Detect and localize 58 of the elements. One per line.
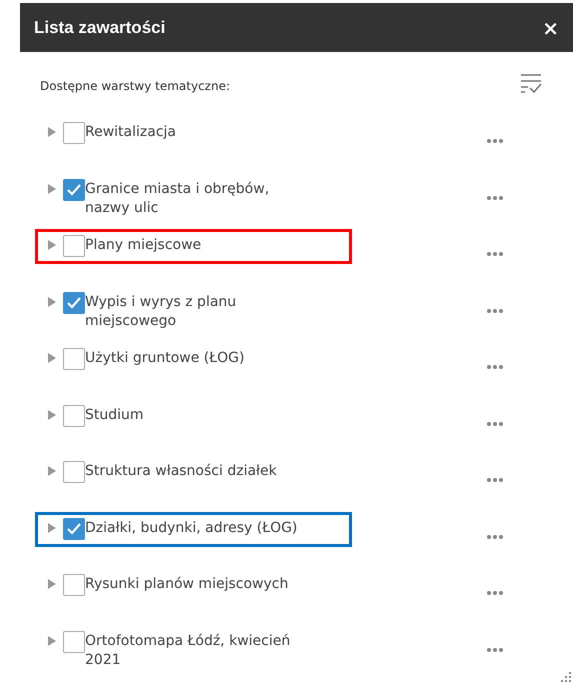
resize-grip-icon[interactable] bbox=[561, 672, 571, 682]
expand-arrow-icon[interactable] bbox=[48, 410, 56, 420]
expand-arrow-icon[interactable] bbox=[48, 184, 56, 194]
layer-label: Użytki gruntowe (ŁOG) bbox=[85, 349, 244, 368]
layer-label: Działki, budynki, adresy (ŁOG) bbox=[85, 518, 298, 538]
layer-checkbox[interactable] bbox=[63, 122, 85, 144]
expand-arrow-icon[interactable] bbox=[48, 579, 56, 589]
layer-row[interactable]: Struktura własności działek bbox=[35, 455, 352, 490]
more-options-icon[interactable] bbox=[486, 420, 504, 426]
layer-checkbox[interactable] bbox=[63, 348, 85, 370]
more-options-icon[interactable] bbox=[486, 477, 504, 483]
more-options-icon[interactable] bbox=[486, 646, 504, 652]
layer-checkbox[interactable] bbox=[63, 178, 85, 200]
layer-checkbox[interactable] bbox=[63, 574, 85, 596]
layer-label: Ortofotomapa Łódź, kwiecień 2021 bbox=[85, 632, 292, 670]
more-options-icon[interactable] bbox=[486, 590, 504, 596]
layer-row[interactable]: Studium bbox=[35, 398, 352, 434]
layer-checkbox[interactable] bbox=[63, 235, 85, 257]
layer-label: Rysunki planów miejscowych bbox=[85, 575, 288, 594]
layer-label: Struktura własności działek bbox=[85, 462, 277, 481]
layer-row[interactable]: Ortofotomapa Łódź, kwiecień 2021 bbox=[35, 624, 352, 676]
layer-checkbox[interactable] bbox=[63, 630, 85, 652]
expand-arrow-icon[interactable] bbox=[48, 353, 56, 363]
layer-label: Studium bbox=[85, 406, 144, 424]
more-options-icon[interactable] bbox=[486, 138, 504, 144]
layer-checkbox[interactable] bbox=[63, 518, 85, 540]
more-options-icon[interactable] bbox=[486, 194, 504, 200]
expand-arrow-icon[interactable] bbox=[48, 127, 56, 137]
close-button[interactable]: × bbox=[542, 18, 559, 38]
subtitle: Dostępne warstwy tematyczne: bbox=[40, 78, 230, 95]
layer-row[interactable]: Rewitalizacja bbox=[35, 116, 352, 151]
layer-row[interactable]: Rysunki planów miejscowych bbox=[35, 568, 352, 603]
checkmark-icon bbox=[66, 182, 82, 196]
checkmark-icon bbox=[66, 522, 82, 536]
checkmark-icon bbox=[66, 296, 82, 310]
layer-row[interactable]: Użytki gruntowe (ŁOG) bbox=[35, 342, 352, 377]
layer-label: Wypis i wyrys z planu miejscowego bbox=[85, 292, 238, 330]
panel-title: Lista zawartości bbox=[34, 16, 166, 39]
layer-label: Rewitalizacja bbox=[85, 123, 176, 142]
layer-checkbox[interactable] bbox=[63, 461, 85, 483]
layer-label: Granice miasta i obrębów, nazwy ulic bbox=[85, 180, 270, 218]
expand-arrow-icon[interactable] bbox=[48, 636, 56, 646]
more-options-icon[interactable] bbox=[486, 251, 504, 257]
layer-row[interactable]: Wypis i wyrys z planu miejscowego bbox=[35, 286, 352, 338]
layer-label: Plany miejscowe bbox=[85, 236, 202, 255]
layer-row[interactable]: Działki, budynki, adresy (ŁOG) bbox=[35, 512, 352, 546]
expand-arrow-icon[interactable] bbox=[48, 296, 56, 306]
more-options-icon[interactable] bbox=[486, 534, 504, 540]
more-options-icon[interactable] bbox=[486, 308, 504, 314]
layer-row[interactable]: Granice miasta i obrębów, nazwy ulic bbox=[35, 172, 352, 224]
layer-checkbox[interactable] bbox=[63, 404, 85, 426]
expand-arrow-icon[interactable] bbox=[48, 522, 56, 532]
expand-arrow-icon[interactable] bbox=[48, 466, 56, 476]
layer-row[interactable]: Plany miejscowe bbox=[35, 229, 352, 264]
layer-checkbox[interactable] bbox=[63, 292, 85, 314]
expand-arrow-icon[interactable] bbox=[48, 240, 56, 250]
more-options-icon[interactable] bbox=[486, 364, 504, 370]
filter-list-icon[interactable] bbox=[519, 72, 543, 94]
